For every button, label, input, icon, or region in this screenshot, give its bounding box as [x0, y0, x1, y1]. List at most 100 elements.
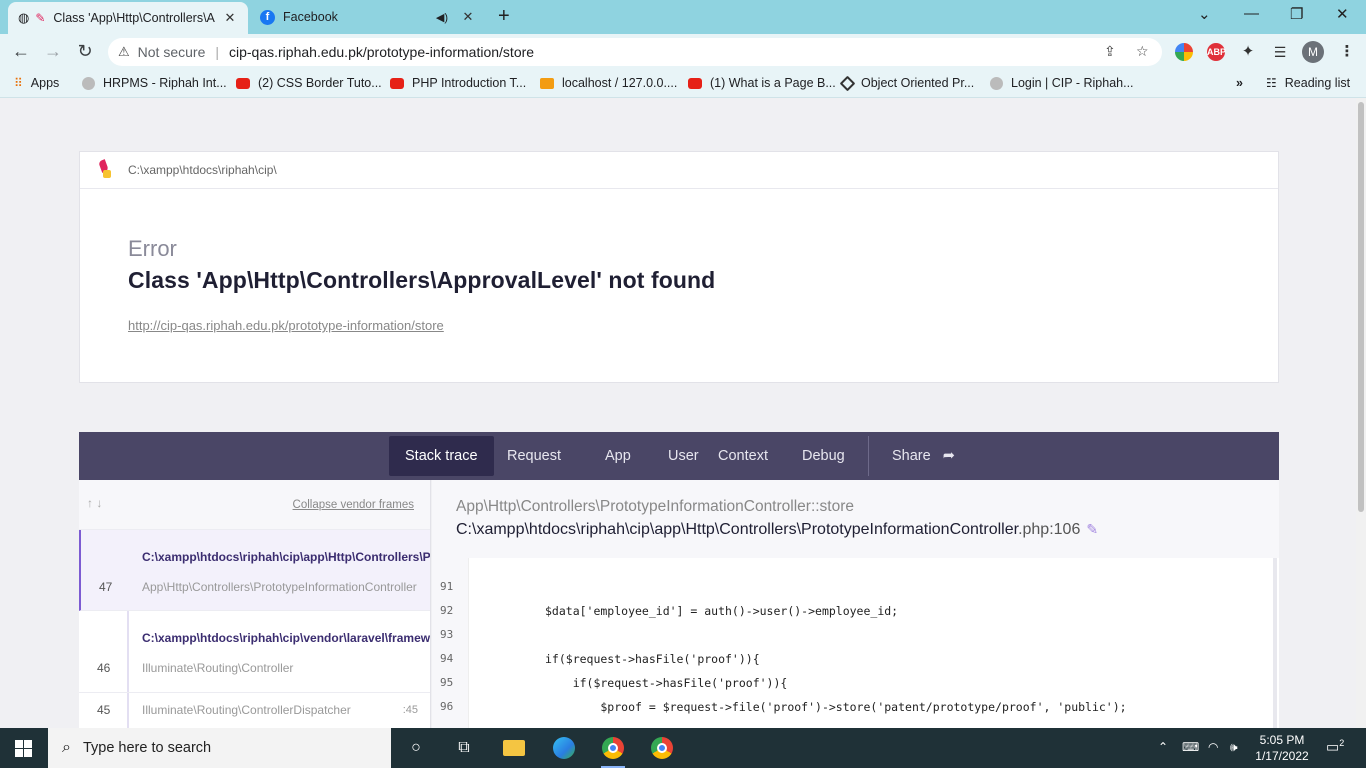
line-text: $proof = $request->file('proof')->store(… [545, 700, 1127, 714]
security-label[interactable]: Not secure [138, 44, 206, 60]
tab-app[interactable]: App [589, 436, 647, 476]
bookmark-php-intro[interactable]: PHP Introduction T... [390, 76, 526, 90]
edge-icon[interactable] [552, 736, 576, 760]
notification-center-icon[interactable]: ▭2 [1326, 738, 1344, 756]
tab-error-page[interactable]: ◍ ✎ Class 'App\Http\Controllers\A ✕ [8, 2, 248, 34]
close-tab-icon[interactable]: ✕ [222, 10, 238, 26]
task-view-icon[interactable]: ⧉ [452, 736, 476, 760]
reading-list-button[interactable]: ☷ Reading list [1266, 76, 1350, 90]
reload-button[interactable]: ↻ [74, 41, 96, 62]
code-line: 91 [432, 576, 1279, 600]
restore-button[interactable]: ❐ [1290, 5, 1303, 23]
new-tab-button[interactable]: + [498, 5, 510, 28]
code-line: 94 if($request->hasFile('proof')){ [432, 648, 1279, 672]
cortana-circle-icon[interactable]: ○ [404, 736, 428, 760]
frame-file: C:\xampp\htdocs\riphah\cip\vendor\larave… [142, 631, 431, 645]
bookmark-oop[interactable]: Object Oriented Pr... [839, 75, 974, 91]
share-button[interactable]: Share ➦ [876, 436, 971, 476]
line-number: 92 [440, 604, 454, 617]
menu-kebab-icon[interactable]: ⋮ [1338, 43, 1356, 61]
share-icon[interactable]: ⇪ [1104, 43, 1116, 60]
error-nav-tabs: Stack trace Request App User Context Deb… [79, 432, 1279, 480]
tab-context[interactable]: Context [702, 436, 784, 476]
ignition-logo-icon [98, 159, 112, 180]
bookmarks-overflow-button[interactable]: » [1236, 76, 1243, 90]
frame-class-method: App\Http\Controllers\PrototypeInformatio… [456, 498, 855, 515]
code-line: 96 $proof = $request->file('proof')->sto… [432, 696, 1279, 720]
bookmark-star-icon[interactable]: ☆ [1136, 43, 1149, 60]
tab-search-chevron-icon[interactable]: ⌄ [1198, 5, 1211, 23]
line-number: 93 [440, 628, 454, 641]
tab-facebook[interactable]: f Facebook ◀) ✕ [250, 0, 486, 34]
page-scrollbar[interactable] [1356, 98, 1366, 728]
line-text: if($request->hasFile('proof')){ [545, 652, 760, 666]
bookmark-label: localhost / 127.0.0.... [562, 76, 678, 90]
error-card-header: C:\xampp\htdocs\riphah\cip\ [80, 152, 1278, 189]
frames-header: ↑ ↓ Collapse vendor frames [79, 480, 430, 530]
nav-divider [868, 436, 869, 476]
frame-class: Illuminate\Routing\ControllerDispatcher [142, 703, 351, 717]
reading-list-label: Reading list [1284, 76, 1351, 90]
adblock-plus-icon[interactable]: ABP [1207, 43, 1226, 61]
warning-icon[interactable]: ⚠ [118, 44, 130, 60]
line-number: 91 [440, 580, 454, 593]
file-explorer-icon[interactable] [502, 736, 526, 760]
collapse-vendor-frames-link[interactable]: Collapse vendor frames [293, 499, 414, 511]
bookmark-cip-login[interactable]: Login | CIP - Riphah... [990, 76, 1134, 90]
edit-pencil-icon[interactable]: ✎ [1086, 521, 1098, 537]
media-control-icon[interactable]: ☰ [1271, 43, 1289, 61]
code-line: 95 if($request->hasFile('proof')){ [432, 672, 1279, 696]
line-number: 96 [440, 700, 454, 713]
stack-frame-47[interactable]: C:\xampp\htdocs\riphah\cip\app\Http\Cont… [79, 530, 430, 611]
bookmark-label: HRPMS - Riphah Int... [103, 76, 227, 90]
close-window-button[interactable]: ✕ [1336, 5, 1349, 23]
bookmark-label: PHP Introduction T... [412, 76, 527, 90]
bookmark-page-break[interactable]: (1) What is a Page B... [688, 76, 836, 90]
extensions-puzzle-icon[interactable]: ✦ [1239, 43, 1257, 61]
forward-button[interactable]: → [42, 41, 64, 62]
chrome-icon-2[interactable] [650, 736, 674, 760]
chrome-icon[interactable] [601, 736, 625, 768]
minimize-button[interactable]: — [1244, 5, 1259, 22]
request-url-link[interactable]: http://cip-qas.riphah.edu.pk/prototype-i… [128, 318, 444, 333]
close-tab-icon[interactable]: ✕ [460, 9, 476, 25]
tab-stack-trace[interactable]: Stack trace [389, 436, 494, 476]
taskbar-search-box[interactable]: ⌕ Type here to search [48, 728, 391, 768]
bookmark-label: (2) CSS Border Tuto... [258, 76, 382, 90]
back-button[interactable]: ← [10, 41, 32, 62]
toolbar: ← → ↻ ⚠ Not secure | cip-qas.riphah.edu.… [0, 34, 1366, 70]
speaker-icon[interactable]: ◀) [436, 11, 448, 24]
code-scrollbar[interactable] [1273, 558, 1277, 729]
laravel-tab-favicon: ✎ [35, 11, 46, 25]
line-text: if($request->hasFile('proof')){ [545, 676, 788, 690]
color-extension-icon[interactable] [1175, 43, 1193, 61]
windows-start-icon[interactable] [15, 740, 32, 757]
clock-date: 1/17/2022 [1255, 749, 1309, 763]
wifi-icon[interactable]: ◠ [1208, 740, 1218, 754]
page-icon [82, 76, 95, 90]
profile-avatar[interactable]: M [1302, 41, 1324, 63]
url-text[interactable]: cip-qas.riphah.edu.pk/prototype-informat… [229, 44, 534, 60]
show-hidden-icons-chevron[interactable]: ⌃ [1158, 740, 1168, 754]
bookmark-apps[interactable]: ⠿ Apps [14, 76, 59, 90]
facebook-icon: f [260, 9, 275, 25]
bookmark-localhost[interactable]: localhost / 127.0.0.... [540, 76, 677, 90]
file-line-number: .php:106 [1018, 521, 1081, 538]
app-path: C:\xampp\htdocs\riphah\cip\ [128, 163, 277, 177]
code-snippet: 91 92 $data['employee_id'] = auth()->use… [432, 558, 1279, 729]
volume-icon[interactable]: 🕪 [1230, 740, 1238, 755]
system-clock[interactable]: 5:05 PM 1/17/2022 [1252, 732, 1312, 764]
bookmark-hrpms[interactable]: HRPMS - Riphah Int... [82, 76, 227, 90]
stack-frame-45[interactable]: 45 Illuminate\Routing\ControllerDispatch… [79, 693, 430, 728]
input-method-icon[interactable]: ⌨ [1182, 740, 1199, 754]
address-bar[interactable]: ⚠ Not secure | cip-qas.riphah.edu.pk/pro… [108, 38, 1162, 66]
clock-time: 5:05 PM [1259, 733, 1305, 747]
tab-debug[interactable]: Debug [786, 436, 861, 476]
bookmark-css-border[interactable]: (2) CSS Border Tuto... [236, 76, 382, 90]
frame-nav-arrows-icon[interactable]: ↑ ↓ [87, 496, 102, 510]
notification-count: 2 [1339, 738, 1345, 748]
page-scrollbar-thumb[interactable] [1358, 102, 1364, 512]
frame-number: 46 [97, 661, 111, 675]
tab-request[interactable]: Request [491, 436, 577, 476]
stack-frame-46[interactable]: C:\xampp\htdocs\riphah\cip\vendor\larave… [79, 611, 430, 693]
